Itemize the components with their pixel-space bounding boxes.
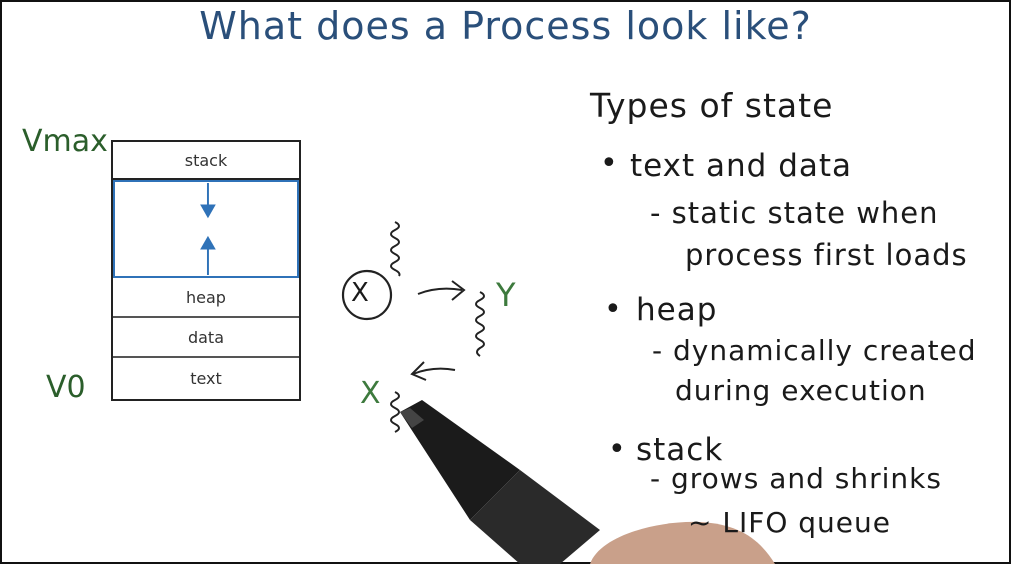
thread-x-circled-label: X xyxy=(351,278,370,308)
notes-b1-sub2: process first loads xyxy=(685,238,968,272)
thread-y-label: Y xyxy=(496,276,517,314)
arrow-to-y xyxy=(417,287,463,295)
arrow-to-x xyxy=(412,367,456,375)
notes-b2: heap xyxy=(636,292,718,328)
notes-b3-sub2: ~ LIFO queue xyxy=(688,506,891,539)
thread-squiggle-bottom xyxy=(390,391,400,433)
thread-squiggle-mid xyxy=(475,291,485,357)
bullet-dot-3: • xyxy=(608,432,626,467)
pen-icon xyxy=(400,400,600,564)
notes-b2-sub2: during execution xyxy=(675,374,927,407)
bullet-dot-2: • xyxy=(604,292,622,327)
notes-b3-sub1: - grows and shrinks xyxy=(650,462,942,495)
notes-b2-sub1: - dynamically created xyxy=(652,334,977,367)
bullet-dot-1: • xyxy=(600,146,618,181)
notes-b1: text and data xyxy=(630,148,853,184)
notes-b1-sub1: - static state when xyxy=(650,196,939,230)
arrow-to-y-head xyxy=(451,280,466,301)
thread-x-label: X xyxy=(360,376,382,411)
notes-heading: Types of state xyxy=(590,86,834,125)
thread-squiggle-top xyxy=(390,221,401,277)
